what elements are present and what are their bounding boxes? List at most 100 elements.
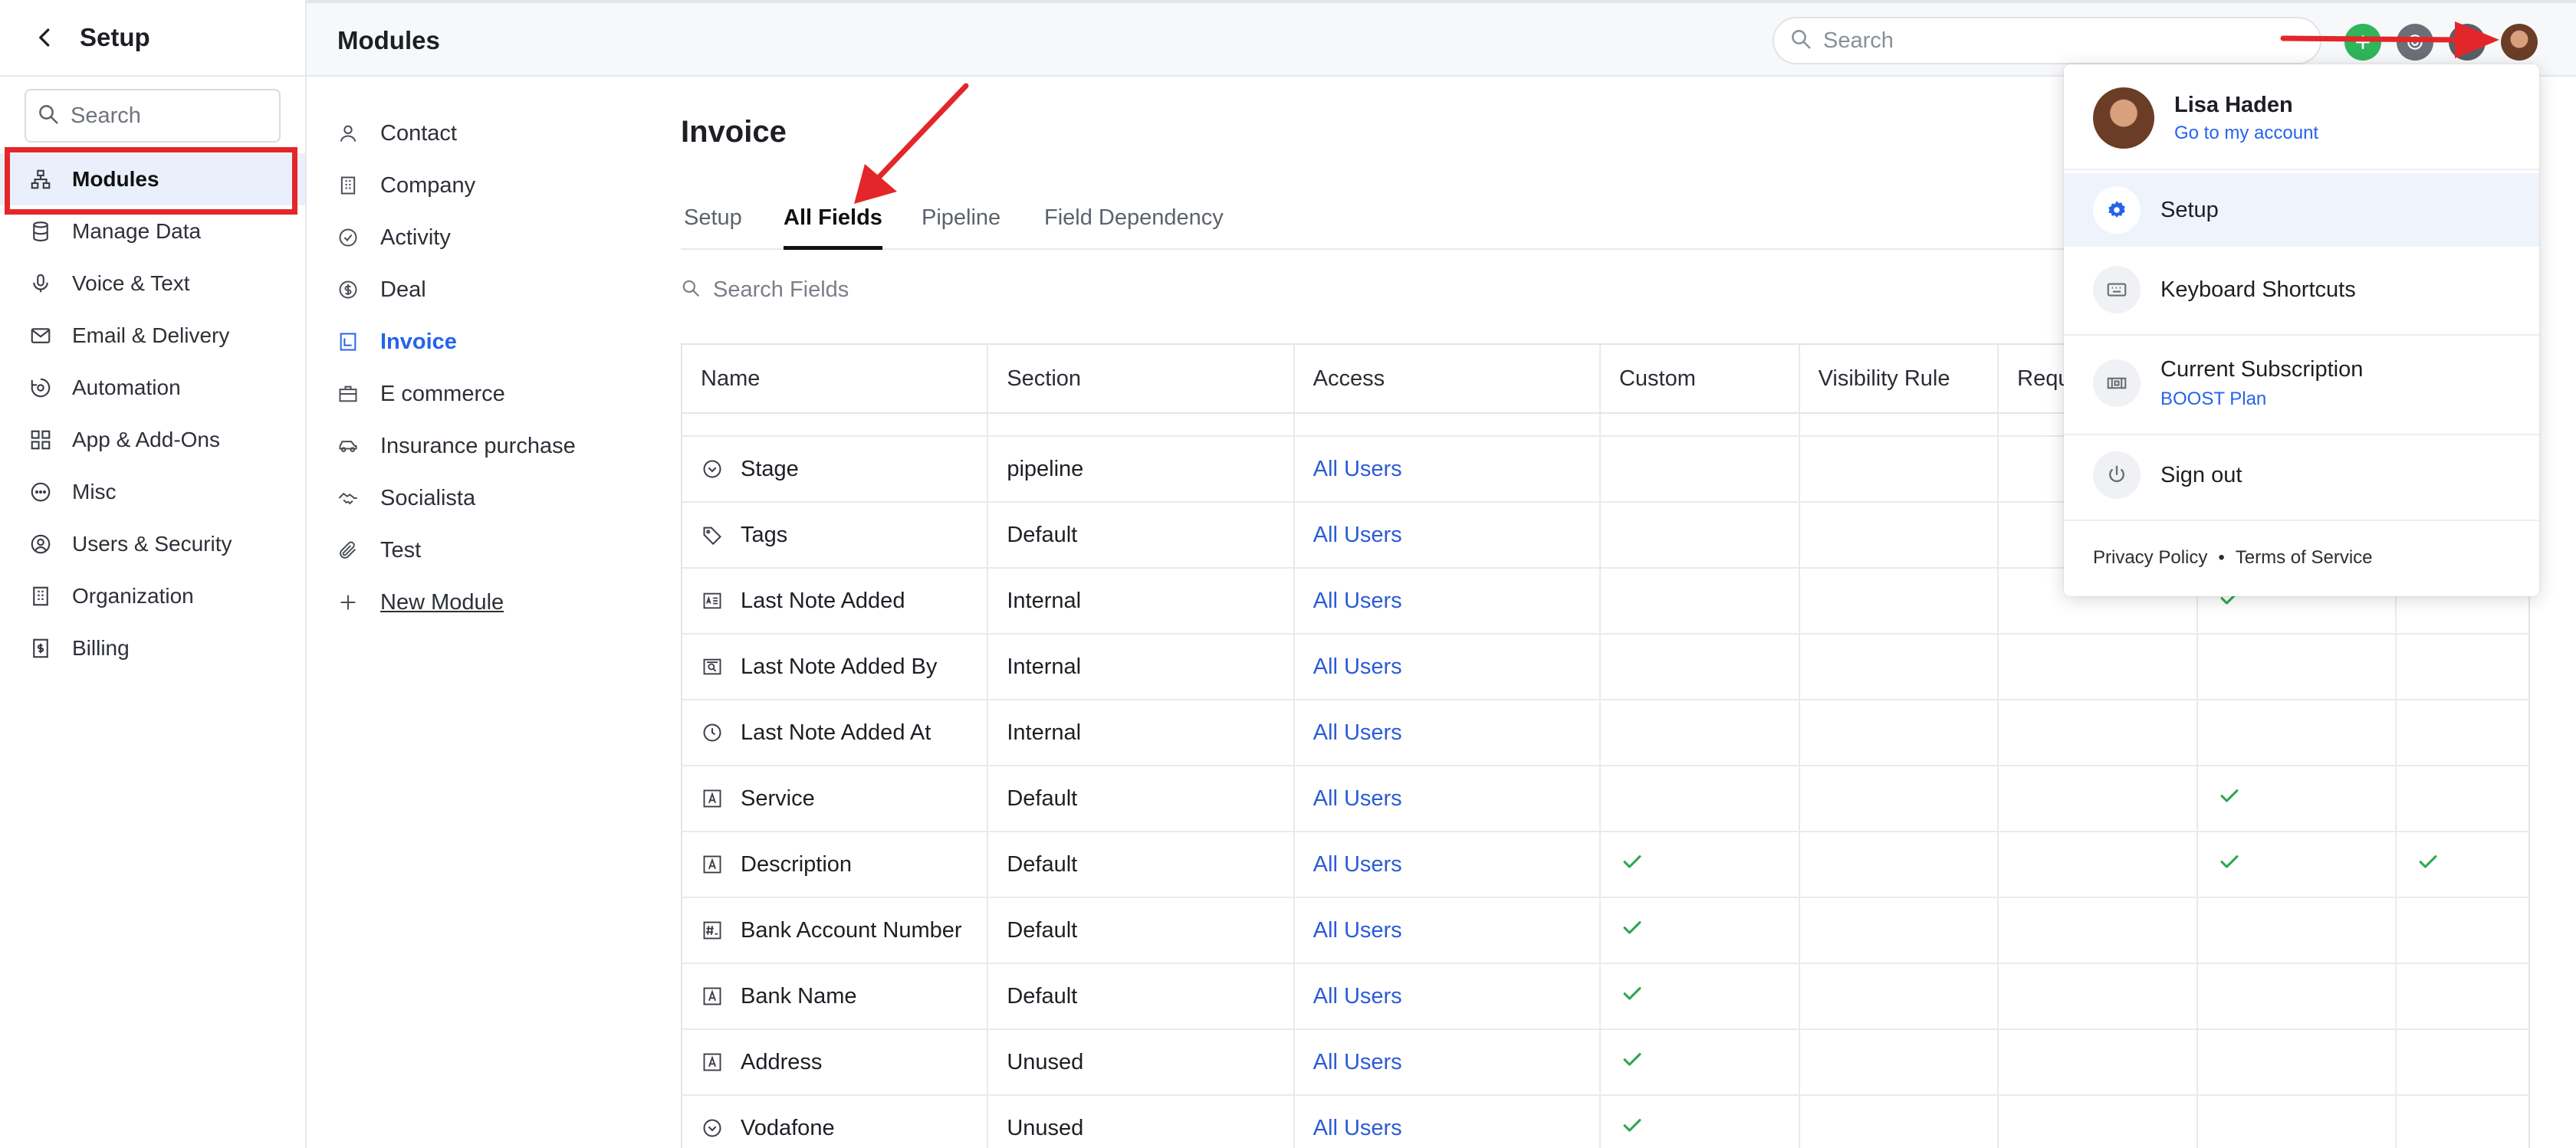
- sidebar-title: Setup: [80, 23, 150, 51]
- module-title: Invoice: [681, 115, 787, 149]
- access-link[interactable]: All Users: [1313, 457, 1402, 482]
- access-link[interactable]: All Users: [1313, 720, 1402, 746]
- flag-cell: [2198, 635, 2397, 699]
- column-header[interactable]: Name: [682, 345, 989, 412]
- sidebar-item-users-security[interactable]: Users & Security: [0, 518, 305, 570]
- table-row[interactable]: Address Unused All Users: [682, 1030, 2528, 1096]
- add-button[interactable]: [2344, 24, 2381, 61]
- access-link[interactable]: All Users: [1313, 523, 1402, 548]
- tab-setup[interactable]: Setup: [684, 205, 742, 250]
- column-header[interactable]: Access: [1295, 345, 1601, 412]
- access-cell: All Users: [1295, 569, 1601, 633]
- keyboard-icon: [2093, 266, 2141, 313]
- sidebar-item-voice-text[interactable]: Voice & Text: [0, 257, 305, 310]
- field-name[interactable]: Vodafone: [741, 1116, 835, 1141]
- field-name[interactable]: Last Note Added: [741, 589, 905, 614]
- column-header[interactable]: Visibility Rule: [1800, 345, 1999, 412]
- sidebar-search-input[interactable]: [71, 103, 270, 129]
- field-name[interactable]: Service: [741, 786, 815, 812]
- access-link[interactable]: All Users: [1313, 589, 1402, 614]
- access-link[interactable]: All Users: [1313, 786, 1402, 812]
- table-row[interactable]: Last Note Added By Internal All Users: [682, 635, 2528, 700]
- access-link[interactable]: All Users: [1313, 1050, 1402, 1075]
- field-name[interactable]: Stage: [741, 457, 799, 482]
- sidebar-item-label: Organization: [72, 584, 194, 608]
- menu-item-setup[interactable]: Setup: [2064, 173, 2539, 247]
- section-cell: Default: [988, 832, 1295, 897]
- access-link[interactable]: All Users: [1313, 918, 1402, 943]
- module-item-invoice[interactable]: Invoice: [307, 316, 644, 368]
- access-link[interactable]: All Users: [1313, 1116, 1402, 1141]
- module-item-socialista[interactable]: Socialista: [307, 472, 644, 524]
- subscription-icon: [2093, 359, 2141, 407]
- privacy-policy-link[interactable]: Privacy Policy: [2093, 547, 2207, 569]
- module-item-company[interactable]: Company: [307, 159, 644, 212]
- field-search-input[interactable]: [713, 277, 1096, 303]
- module-item-label: Invoice: [380, 329, 457, 354]
- modules-list: Contact Company Activity Deal Invoice E …: [307, 77, 644, 628]
- field-name[interactable]: Description: [741, 852, 852, 877]
- field-name-cell: Service: [682, 766, 989, 831]
- sidebar-item-manage-data[interactable]: Manage Data: [0, 205, 305, 257]
- new-module-link[interactable]: New Module: [307, 576, 644, 628]
- text-field-icon: [701, 985, 724, 1008]
- tab-pipeline[interactable]: Pipeline: [922, 205, 1001, 250]
- dollar-circle-icon: [336, 277, 360, 302]
- field-name[interactable]: Address: [741, 1050, 822, 1075]
- table-row[interactable]: Last Note Added At Internal All Users: [682, 700, 2528, 766]
- sidebar-item-modules[interactable]: Modules: [0, 153, 305, 205]
- module-item-test[interactable]: Test: [307, 524, 644, 576]
- module-item-label: E commerce: [380, 381, 505, 406]
- menu-item-current-subscription[interactable]: Current Subscription BOOST Plan: [2064, 337, 2539, 429]
- global-search[interactable]: [1773, 17, 2321, 64]
- required-cell: [1999, 700, 2198, 765]
- module-item-ecommerce[interactable]: E commerce: [307, 368, 644, 420]
- menu-item-sign-out[interactable]: Sign out: [2064, 437, 2539, 513]
- sidebar-item-organization[interactable]: Organization: [0, 570, 305, 622]
- tab-field-dependency[interactable]: Field Dependency: [1044, 205, 1224, 250]
- global-search-input[interactable]: [1823, 28, 2252, 54]
- table-row[interactable]: Vodafone Unused All Users: [682, 1096, 2528, 1148]
- module-item-contact[interactable]: Contact: [307, 107, 644, 159]
- sidebar-item-email-delivery[interactable]: Email & Delivery: [0, 310, 305, 362]
- custom-cell: [1601, 766, 1800, 831]
- module-item-deal[interactable]: Deal: [307, 264, 644, 316]
- column-header[interactable]: Section: [988, 345, 1295, 412]
- table-row[interactable]: Service Default All Users: [682, 766, 2528, 832]
- back-arrow-icon[interactable]: [34, 26, 64, 49]
- table-row[interactable]: Bank Name Default All Users: [682, 964, 2528, 1030]
- required-cell: [1999, 635, 2198, 699]
- sidebar-item-automation[interactable]: Automation: [0, 362, 305, 414]
- sidebar-search[interactable]: [25, 89, 281, 143]
- menu-footer: Privacy Policy • Terms of Service: [2093, 547, 2373, 569]
- table-row[interactable]: Description Default All Users: [682, 832, 2528, 898]
- module-item-insurance-purchase[interactable]: Insurance purchase: [307, 420, 644, 472]
- column-header[interactable]: Custom: [1601, 345, 1800, 412]
- field-name[interactable]: Last Note Added By: [741, 654, 937, 680]
- module-item-activity[interactable]: Activity: [307, 212, 644, 264]
- access-link[interactable]: All Users: [1313, 984, 1402, 1009]
- field-name[interactable]: Tags: [741, 523, 787, 548]
- field-section: Default: [1007, 917, 1078, 943]
- sidebar-item-misc[interactable]: Misc: [0, 466, 305, 518]
- avatar[interactable]: [2501, 24, 2538, 61]
- field-name[interactable]: Bank Name: [741, 984, 857, 1009]
- access-link[interactable]: All Users: [1313, 654, 1402, 680]
- sidebar-item-app-addons[interactable]: App & Add-Ons: [0, 414, 305, 466]
- access-link[interactable]: All Users: [1313, 852, 1402, 877]
- field-name[interactable]: Bank Account Number: [741, 918, 962, 943]
- visibility-rule-cell: [1800, 1030, 1999, 1094]
- field-search[interactable]: [681, 277, 1096, 303]
- sidebar-item-billing[interactable]: Billing: [0, 622, 305, 674]
- field-name[interactable]: Last Note Added At: [741, 720, 931, 746]
- notifications-button[interactable]: [2449, 24, 2486, 61]
- field-section: Unused: [1007, 1049, 1084, 1074]
- go-to-account-link[interactable]: Go to my account: [2174, 123, 2318, 144]
- subscription-plan-link[interactable]: BOOST Plan: [2160, 389, 2363, 410]
- help-button[interactable]: [2397, 24, 2433, 61]
- menu-item-label: Setup: [2160, 197, 2219, 222]
- table-row[interactable]: Bank Account Number Default All Users: [682, 898, 2528, 964]
- terms-of-service-link[interactable]: Terms of Service: [2236, 547, 2373, 569]
- menu-item-keyboard-shortcuts[interactable]: Keyboard Shortcuts: [2064, 253, 2539, 326]
- tab-all-fields[interactable]: All Fields: [784, 205, 882, 250]
